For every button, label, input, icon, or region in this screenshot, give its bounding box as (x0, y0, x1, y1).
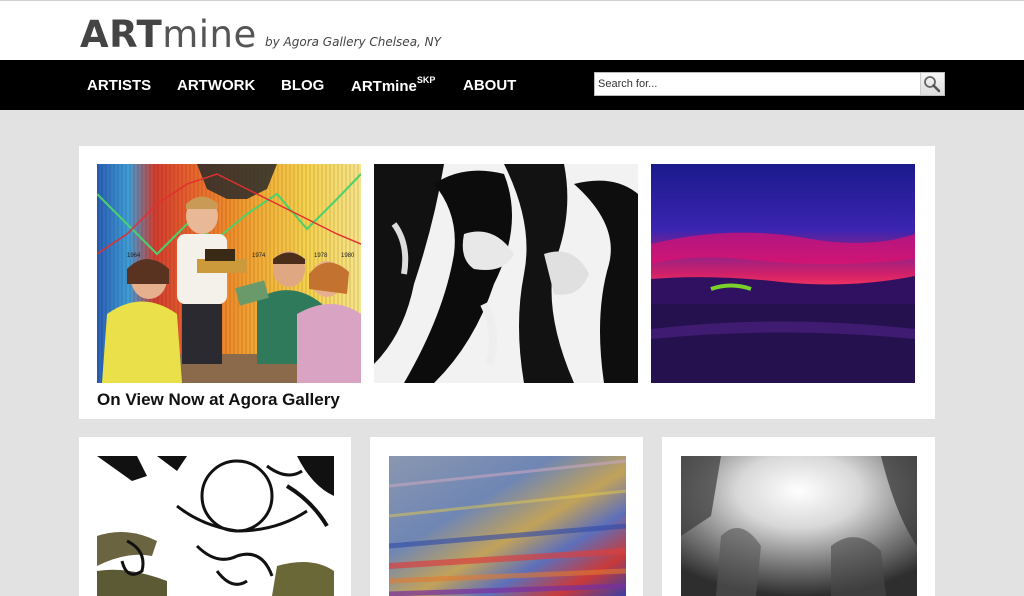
site-tagline: by Agora Gallery Chelsea, NY (265, 35, 441, 49)
featured-caption[interactable]: On View Now at Agora Gallery (97, 390, 340, 410)
sunset-image (651, 164, 915, 383)
line-drawing-artwork[interactable] (97, 456, 334, 596)
nav-artmine-sup: SKP (416, 75, 436, 85)
search-input[interactable] (597, 74, 919, 94)
brushstroke-image (374, 164, 638, 383)
nav-artmine-skp[interactable]: ARTmineSKP (351, 75, 436, 95)
chart-year-1964: 1964 (127, 253, 141, 259)
bw-photo-image (681, 456, 917, 596)
logo-art: ART (80, 13, 163, 56)
colorful-abstract-artwork[interactable] (389, 456, 626, 596)
black-white-brushstroke-artwork[interactable] (374, 164, 638, 383)
search-box (594, 72, 945, 96)
black-white-photo-artwork[interactable] (681, 456, 917, 596)
search-button[interactable] (920, 73, 944, 95)
nav-artists[interactable]: ARTISTS (87, 77, 151, 94)
site-header: ARTmine by Agora Gallery Chelsea, NY (0, 0, 1024, 60)
magnifier-icon (924, 76, 941, 93)
site-logo[interactable]: ARTmine (80, 13, 257, 57)
nav-artwork[interactable]: ARTWORK (177, 77, 255, 94)
line-drawing-image (97, 456, 334, 596)
retro-collage-artwork[interactable]: 1964 1972 1974 1978 1980 (97, 164, 361, 383)
nav-blog[interactable]: BLOG (281, 77, 324, 94)
chart-year-1978: 1978 (314, 253, 328, 259)
logo-mine: mine (162, 13, 257, 56)
chart-year-1974: 1974 (252, 253, 266, 259)
retro-collage-image: 1964 1972 1974 1978 1980 (97, 164, 361, 383)
nav-about[interactable]: ABOUT (463, 77, 516, 94)
nav-artmine-label: ARTmine (351, 78, 417, 95)
chart-year-1980: 1980 (341, 253, 355, 259)
purple-sunset-landscape-artwork[interactable] (651, 164, 915, 383)
abstract-image (389, 456, 626, 596)
